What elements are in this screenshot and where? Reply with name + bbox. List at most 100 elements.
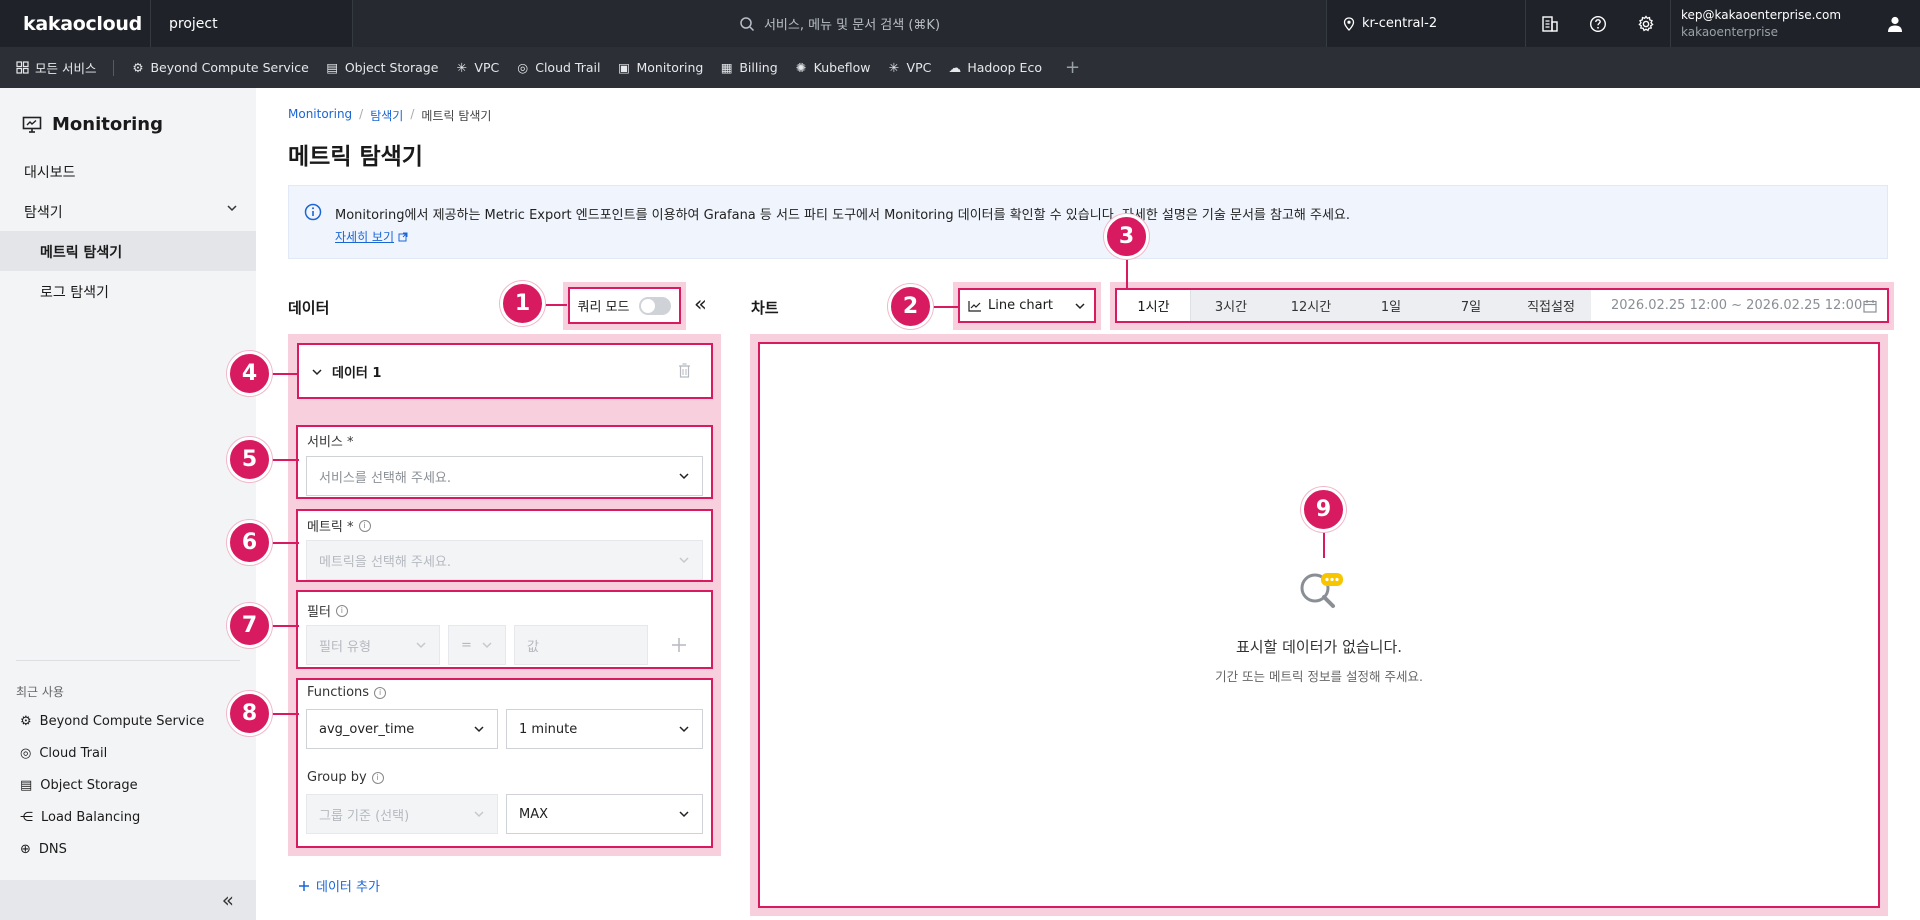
settings-gear-icon[interactable]: [1622, 0, 1670, 47]
help-icon[interactable]: [1574, 0, 1622, 47]
query-mode-toggle[interactable]: 쿼리 모드: [568, 287, 681, 324]
toggle-switch[interactable]: [639, 296, 672, 315]
breadcrumb-monitoring[interactable]: Monitoring: [288, 107, 352, 124]
service-shortcut-billing[interactable]: ▦ Billing: [720, 60, 778, 75]
range-12h-button[interactable]: 12시간: [1271, 290, 1351, 321]
annotation-connector: [272, 459, 299, 461]
sidebar-item-log-explorer[interactable]: 로그 탐색기: [40, 282, 109, 302]
globe-icon: ⊕: [20, 842, 31, 857]
filter-value-placeholder: 값: [527, 639, 539, 655]
line-chart-icon: [968, 300, 981, 312]
range-1d-button[interactable]: 1일: [1351, 290, 1431, 321]
metric-select[interactable]: 메트릭을 선택해 주세요.: [306, 540, 703, 580]
divider: [16, 660, 240, 661]
service-field-group: 서비스 * 서비스를 선택해 주세요.: [296, 425, 713, 499]
data-panel: 데이터 1 서비스 * 서비스를 선택해 주세요. 메트릭 * i 메트릭을 선…: [288, 334, 721, 856]
vpc-icon: ✳: [456, 60, 468, 75]
chevron-down-icon: [416, 642, 426, 649]
range-3h-button[interactable]: 3시간: [1191, 290, 1271, 321]
service-shortcut-cloud-trail[interactable]: ◎ Cloud Trail: [516, 60, 600, 75]
sidebar-item-metric-explorer[interactable]: 메트릭 탐색기: [40, 242, 122, 262]
interval-select[interactable]: 1 minute: [506, 709, 703, 749]
sidebar-title-label: Monitoring: [52, 114, 163, 135]
billing-report-icon[interactable]: [1526, 0, 1574, 47]
global-search[interactable]: 서비스, 메뉴 및 문서 검색 (⌘K): [353, 0, 1326, 47]
learn-more-link[interactable]: 자세히 보기: [335, 228, 408, 245]
sidebar-item-label: 탐색기: [24, 205, 63, 221]
aggregation-select[interactable]: MAX: [506, 794, 703, 834]
service-shortcut-vpc-2[interactable]: ✳ VPC: [888, 60, 932, 75]
chevron-down-icon: [312, 369, 322, 376]
filter-label: 필터: [307, 605, 331, 620]
account-email: kep@kakaoenterprise.com: [1681, 8, 1842, 22]
cloud-trail-icon: ◎: [20, 746, 32, 761]
chevron-down-icon: [482, 642, 492, 649]
filter-type-select[interactable]: 필터 유형: [306, 625, 440, 665]
service-shortcut-label: Billing: [739, 60, 778, 75]
collapse-data-panel-button[interactable]: «: [694, 292, 707, 316]
sidebar-item-explorer[interactable]: 탐색기: [24, 202, 238, 222]
project-selector[interactable]: project: [151, 0, 353, 47]
trash-icon[interactable]: [678, 363, 691, 378]
range-7d-button[interactable]: 7일: [1431, 290, 1511, 321]
service-shortcut-label: Hadoop Eco: [967, 60, 1042, 75]
add-data-label: 데이터 추가: [316, 880, 380, 895]
time-range-selector: 1시간 3시간 12시간 1일 7일 직접설정 2026.02.25 12:00…: [1115, 288, 1889, 323]
service-shortcut-object-storage[interactable]: ▤ Object Storage: [326, 60, 438, 75]
service-shortcut-monitoring[interactable]: ▣ Monitoring: [617, 60, 703, 75]
recent-item-load-balancing[interactable]: ⋲ Load Balancing: [20, 810, 140, 825]
data-item-header[interactable]: 데이터 1: [297, 343, 713, 399]
service-shortcut-kubeflow[interactable]: ✺ Kubeflow: [795, 60, 871, 75]
hadoop-icon: ☁: [948, 60, 962, 75]
range-1h-button[interactable]: 1시간: [1117, 290, 1191, 321]
chevron-down-icon: [1075, 302, 1085, 309]
range-custom-button[interactable]: 직접설정: [1511, 290, 1591, 321]
sidebar-item-dashboard[interactable]: 대시보드: [24, 162, 76, 182]
page-title: 메트릭 탐색기: [288, 144, 423, 170]
function-select[interactable]: avg_over_time: [306, 709, 498, 749]
recent-item-bcs[interactable]: ⚙ Beyond Compute Service: [20, 714, 204, 729]
recent-item-cloud-trail[interactable]: ◎ Cloud Trail: [20, 746, 107, 761]
annotation-connector: [272, 542, 299, 544]
filter-operator-value: =: [461, 637, 472, 653]
add-data-button[interactable]: 데이터 추가: [298, 876, 380, 895]
service-shortcut-label: Cloud Trail: [535, 60, 601, 75]
account-info[interactable]: kep@kakaoenterprise.com kakaoenterprise: [1670, 0, 1870, 47]
kakaocloud-logo[interactable]: kakaocloud: [0, 0, 151, 47]
all-services-button[interactable]: 모든 서비스: [16, 58, 96, 77]
service-shortcut-label: VPC: [474, 60, 500, 75]
service-shortcut-vpc[interactable]: ✳ VPC: [455, 60, 500, 75]
service-shortcut-bcs[interactable]: ⚙ Beyond Compute Service: [131, 60, 308, 75]
filter-value-input[interactable]: 값: [514, 625, 648, 665]
aggregation-value: MAX: [519, 806, 549, 822]
add-shortcut-button[interactable]: +: [1065, 57, 1080, 78]
double-chevron-left-icon: «: [221, 888, 234, 912]
user-avatar-icon[interactable]: [1870, 0, 1920, 47]
annotation-connector: [272, 373, 299, 375]
filter-operator-select[interactable]: =: [448, 625, 506, 665]
sidebar-collapse-button[interactable]: «: [0, 880, 256, 920]
groupby-select[interactable]: 그룹 기준 (선택): [306, 794, 498, 834]
date-range-picker[interactable]: 2026.02.25 12:00 ~ 2026.02.25 12:00: [1591, 298, 1887, 313]
service-shortcut-label: Monitoring: [636, 60, 704, 75]
recent-item-object-storage[interactable]: ▤ Object Storage: [20, 778, 138, 793]
recent-title: 최근 사용: [16, 685, 64, 699]
service-shortcut-hadoop-eco[interactable]: ☁ Hadoop Eco: [948, 60, 1042, 75]
recent-item-dns[interactable]: ⊕ DNS: [20, 842, 67, 857]
annotation-marker-9: 9: [1301, 487, 1346, 532]
add-filter-plus-icon[interactable]: [671, 637, 687, 653]
region-selector[interactable]: kr-central-2: [1326, 0, 1526, 47]
info-banner: Monitoring에서 제공하는 Metric Export 엔드포인트를 이…: [288, 185, 1888, 259]
chart-type-select[interactable]: Line chart: [958, 288, 1096, 323]
function-value: avg_over_time: [319, 721, 415, 737]
annotation-marker-6: 6: [227, 520, 272, 565]
service-select[interactable]: 서비스를 선택해 주세요.: [306, 456, 703, 496]
recent-item-label: Object Storage: [40, 778, 138, 793]
info-icon[interactable]: i: [335, 604, 348, 617]
info-icon[interactable]: i: [374, 686, 387, 699]
service-shortcut-label: Kubeflow: [813, 60, 871, 75]
info-icon[interactable]: i: [371, 771, 384, 784]
info-icon[interactable]: i: [358, 519, 371, 532]
add-shortcut-label: +: [1064, 57, 1081, 78]
breadcrumb-explorer[interactable]: 탐색기: [370, 107, 403, 124]
